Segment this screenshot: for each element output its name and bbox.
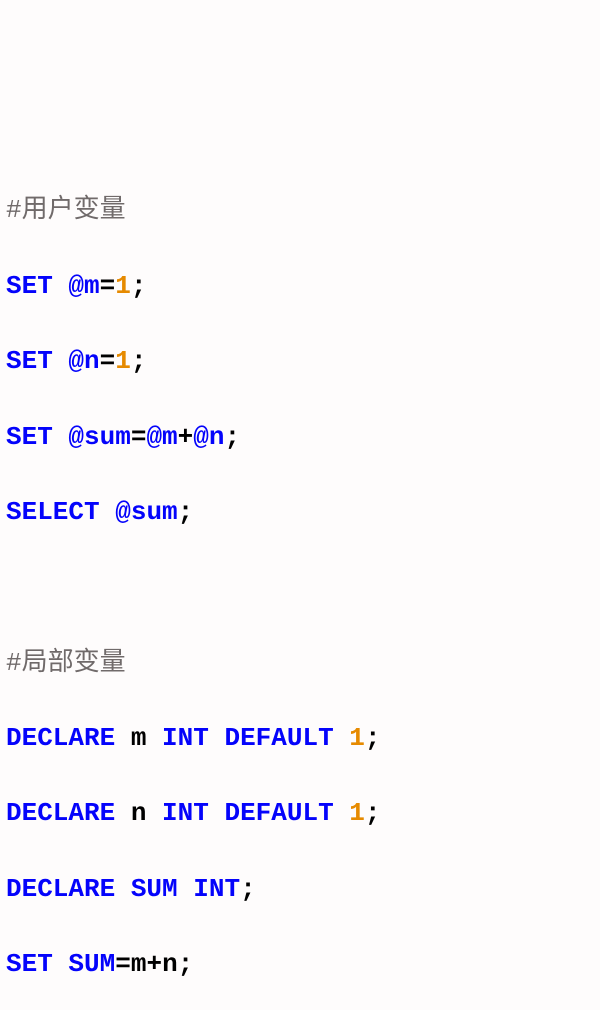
code-line-set-sum: SET @sum=@m+@n; bbox=[6, 419, 594, 457]
comment-local-vars: #局部变量 bbox=[6, 645, 594, 683]
code-line-set-sum-local: SET SUM=m+n; bbox=[6, 946, 594, 984]
code-block: #用户变量 SET @m=1; SET @n=1; SET @sum=@m+@n… bbox=[6, 155, 594, 1010]
blank-line bbox=[6, 569, 594, 607]
code-line-set-n: SET @n=1; bbox=[6, 343, 594, 381]
code-line-set-m: SET @m=1; bbox=[6, 268, 594, 306]
code-line-declare-sum: DECLARE SUM INT; bbox=[6, 871, 594, 909]
code-line-select-sum: SELECT @sum; bbox=[6, 494, 594, 532]
code-line-declare-n: DECLARE n INT DEFAULT 1; bbox=[6, 795, 594, 833]
comment-user-vars: #用户变量 bbox=[6, 192, 594, 230]
code-line-declare-m: DECLARE m INT DEFAULT 1; bbox=[6, 720, 594, 758]
